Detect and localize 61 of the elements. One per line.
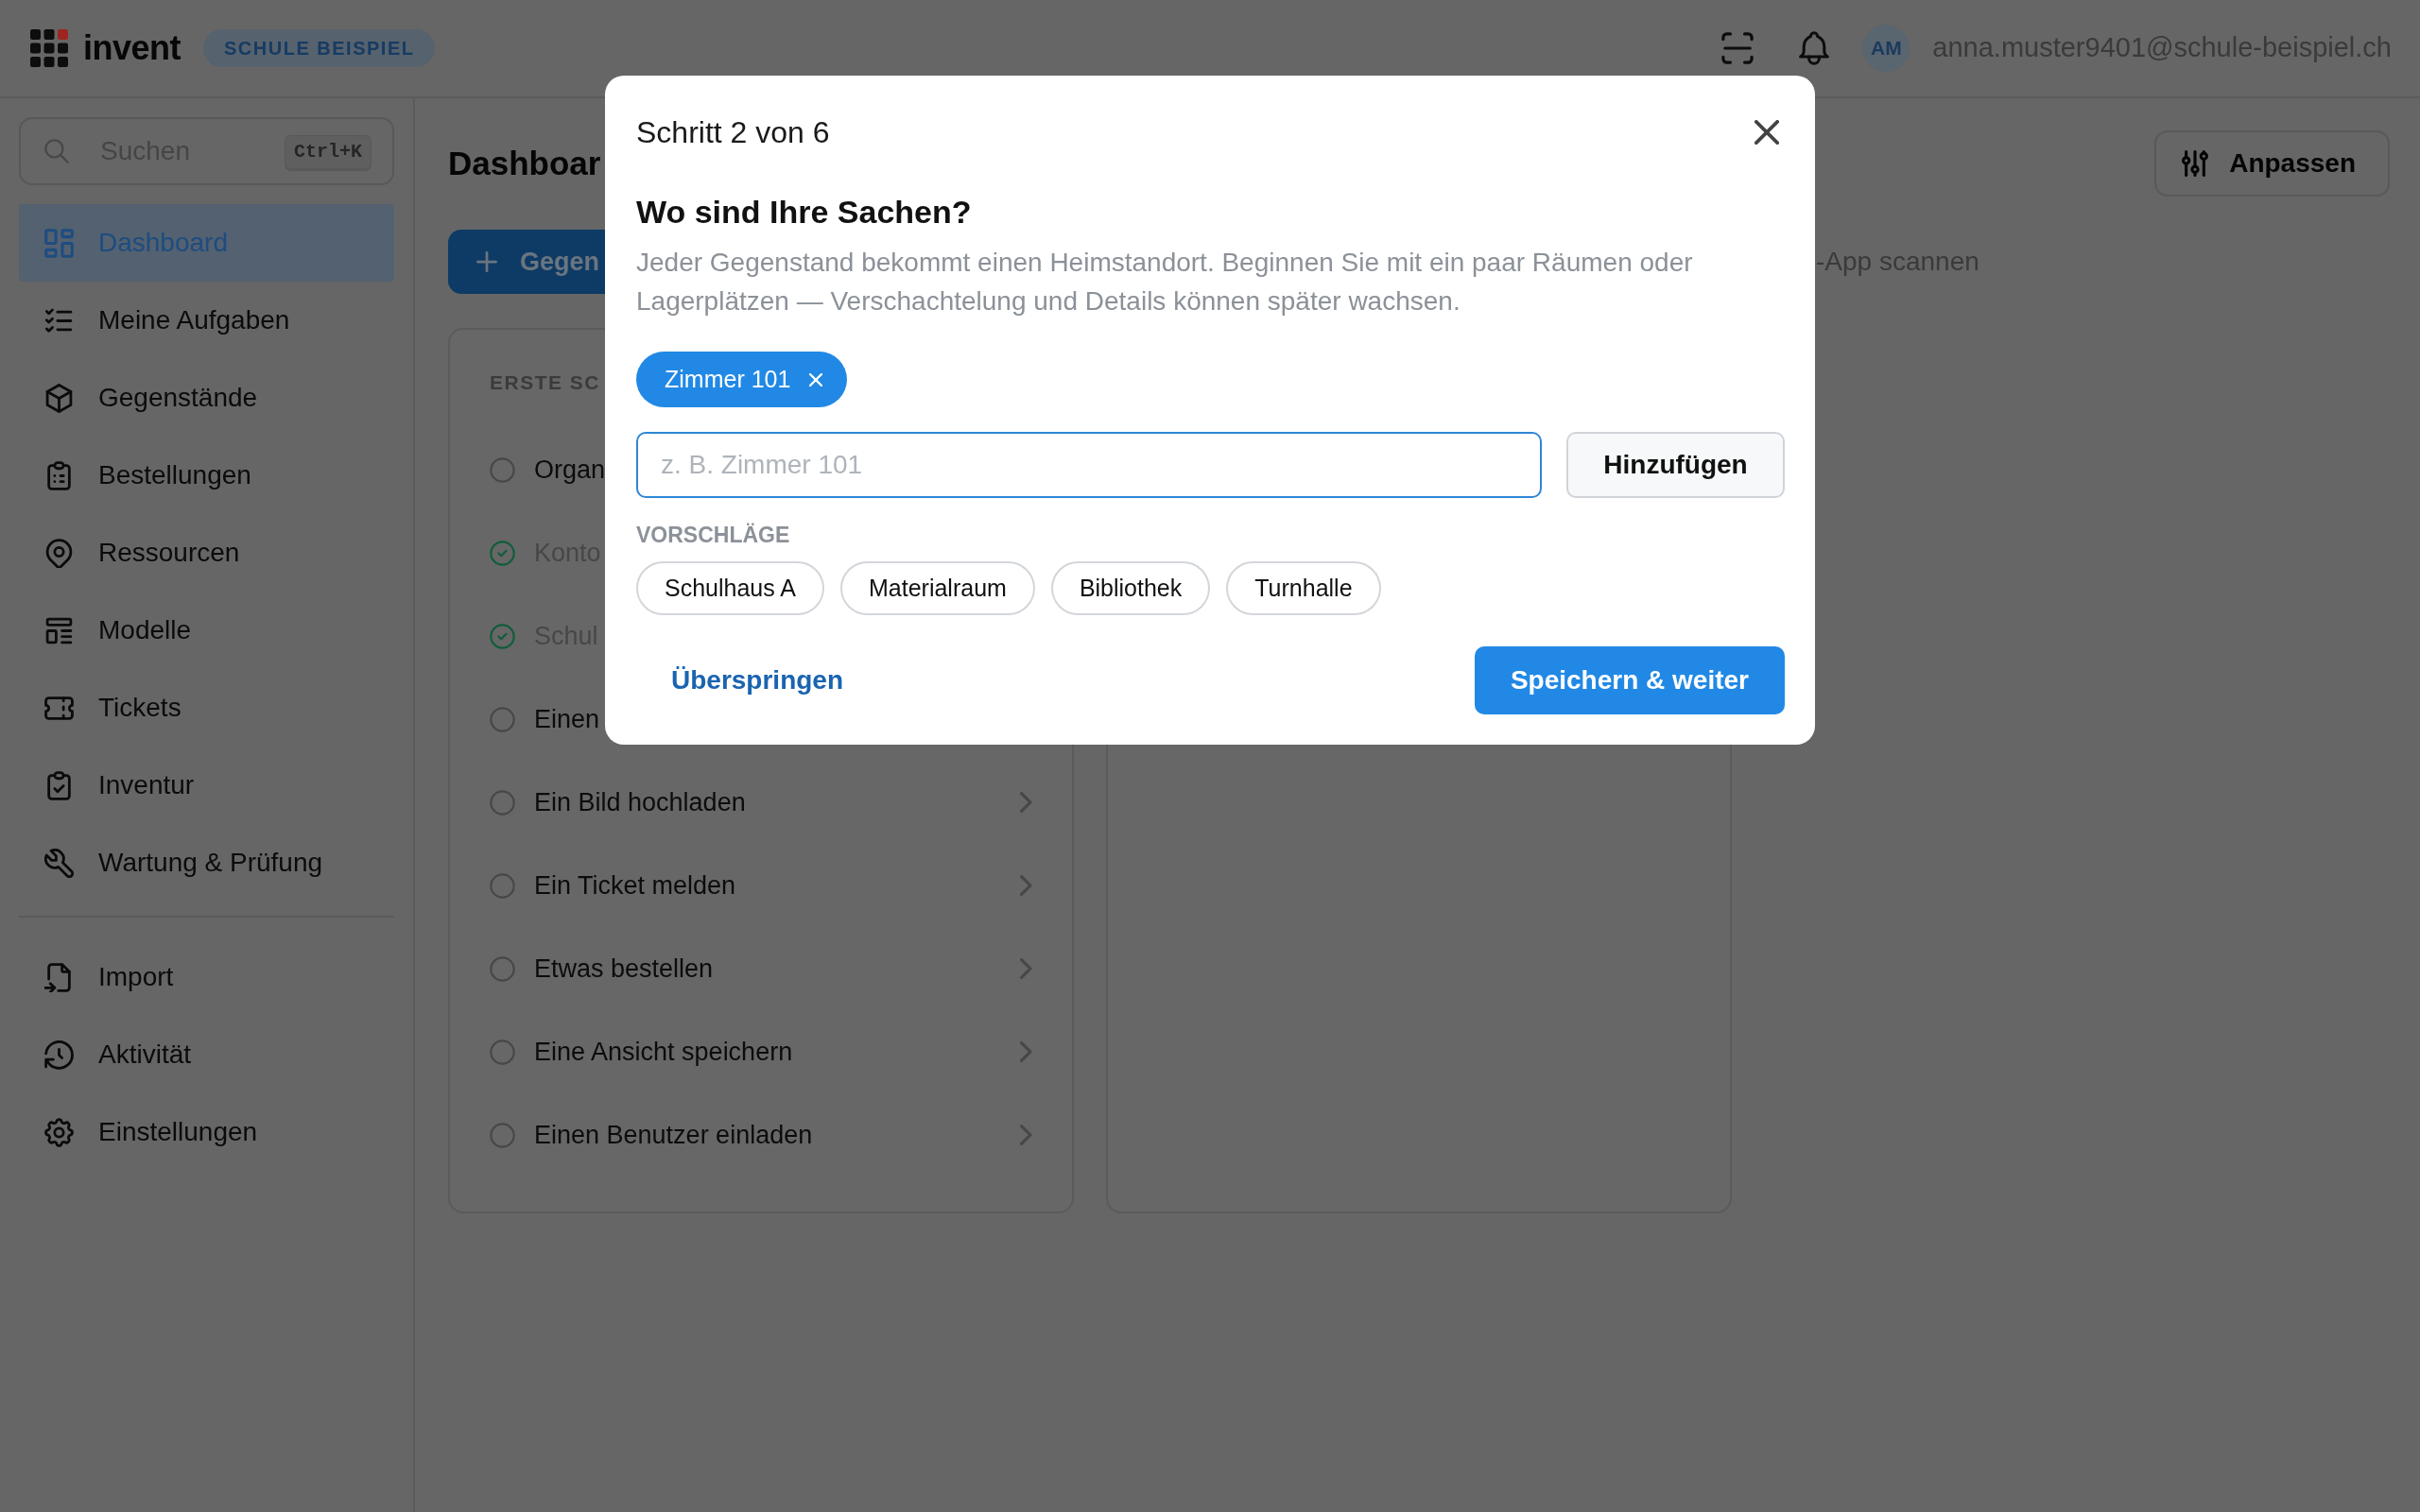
clipboard-icon [44, 460, 74, 490]
chevron-right-icon [1020, 875, 1032, 896]
new-item-button[interactable]: Gegen [448, 230, 606, 294]
checklist-item[interactable]: Eine Ansicht speichern [490, 1010, 1032, 1093]
scan-icon[interactable] [1721, 32, 1754, 64]
layout-icon [44, 228, 74, 258]
logo-icon [30, 29, 68, 67]
chevron-right-icon [1020, 1041, 1032, 1062]
checklist-item[interactable]: Ein Bild hochladen [490, 761, 1032, 844]
checklist-item[interactable]: Einen Benutzer einladen [490, 1093, 1032, 1177]
sidebar-item[interactable]: Meine Aufgaben [19, 282, 394, 359]
chevron-right-icon [1020, 1125, 1032, 1145]
save-button[interactable]: Speichern & weiter [1474, 646, 1785, 714]
dialog-title: Wo sind Ihre Sachen? [636, 193, 973, 232]
app-name: invent [83, 27, 181, 69]
chevron-right-icon [1020, 958, 1032, 979]
wrench-icon [44, 848, 74, 878]
history-icon [44, 1040, 74, 1070]
checklist-icon [44, 305, 74, 335]
suggestion-chip[interactable]: Turnhalle [1226, 561, 1381, 615]
checklist-item[interactable]: Einen [490, 678, 600, 761]
add-button[interactable]: Hinzufügen [1566, 432, 1785, 498]
section-label: VORSCHLÄGE [636, 522, 790, 548]
skip-link[interactable]: Überspringen [636, 651, 879, 710]
chevron-right-icon [1020, 792, 1032, 813]
sidebar-item[interactable]: Modelle [19, 592, 394, 669]
dialog-description: Jeder Gegenstand bekommt einen Heimstandort. Beginnen Sie mit ein paar Räumen oder Lagerplätzen — Verschachtelung und Details können später wachsen. [636, 247, 1694, 318]
template-icon [44, 615, 74, 645]
sidebar-item[interactable]: Inventur [19, 747, 394, 824]
checklist-item[interactable]: Ein Ticket melden [490, 844, 1032, 927]
sidebar-item[interactable]: Import [19, 938, 394, 1016]
sidebar-item[interactable]: Tickets [19, 669, 394, 747]
user-avatar[interactable]: AM [1862, 25, 1910, 72]
organization-badge: SCHULE BEISPIEL [203, 29, 436, 67]
step-label: Schritt 2 von 6 [636, 114, 830, 151]
suggestion-chip[interactable]: Bibliothek [1050, 561, 1211, 615]
clipboard-check-icon [44, 770, 74, 800]
suggestion-chip[interactable]: Materialraum [840, 561, 1035, 615]
search-icon [44, 139, 69, 163]
sidebar-item[interactable]: Bestellungen [19, 437, 394, 514]
location-input[interactable]: z. B. Zimmer 101 [636, 432, 1542, 498]
checklist-item[interactable]: Organ [490, 428, 606, 511]
sidebar-item[interactable]: Wartung & Prüfung [19, 824, 394, 902]
file-arrow-icon [44, 962, 74, 992]
tag-label: Zimmer 101 [665, 364, 791, 394]
plus-icon [476, 251, 497, 272]
bell-icon[interactable] [1797, 31, 1832, 65]
settings-icon [44, 1117, 74, 1147]
close-icon[interactable] [1754, 120, 1779, 145]
shortcut-hint: Ctrl+K [285, 135, 372, 171]
page-title: Dashboar [448, 144, 601, 183]
customize-button[interactable]: Anpassen [2154, 130, 2390, 197]
map-pin-icon [44, 538, 74, 568]
sliders-icon [2182, 150, 2209, 177]
sidebar-item[interactable]: Gegenstände [19, 359, 394, 437]
suggestion-chip[interactable]: Schulhaus A [636, 561, 824, 615]
sidebar-item[interactable]: Aktivität [19, 1016, 394, 1093]
sidebar-item[interactable]: Einstellungen [19, 1093, 394, 1171]
checklist-item[interactable]: Etwas bestellen [490, 927, 1032, 1010]
cube-icon [44, 383, 74, 413]
sidebar-item[interactable]: Ressourcen [19, 514, 394, 592]
